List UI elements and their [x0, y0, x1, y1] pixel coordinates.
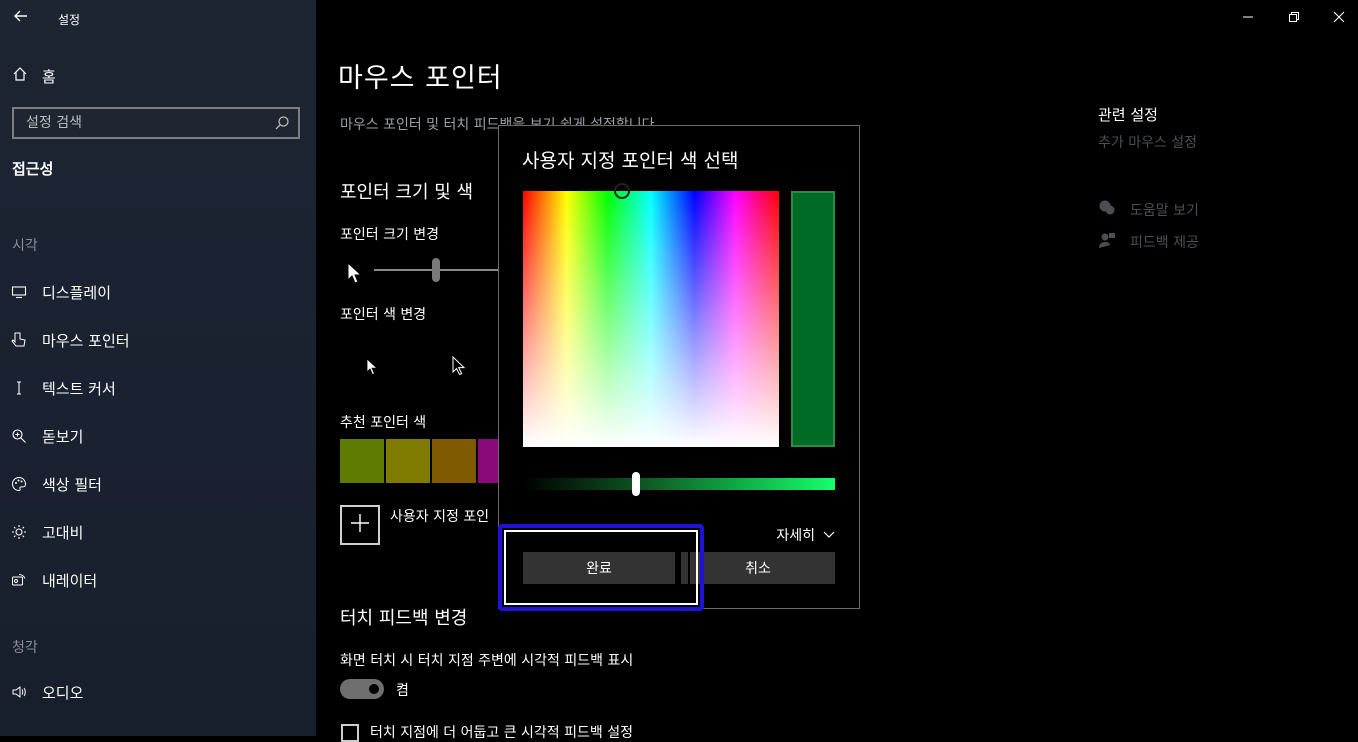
sidebar-item-narrator[interactable]: 내레이터	[10, 567, 97, 593]
app-title: 설정	[58, 13, 81, 27]
back-arrow-icon[interactable]	[10, 8, 32, 30]
done-button[interactable]: 완료	[523, 552, 675, 584]
feedback-icon	[1098, 231, 1116, 253]
color-swatch[interactable]	[478, 439, 498, 483]
sidebar-item-label: 내레이터	[42, 571, 98, 590]
darker-feedback-checkbox[interactable]	[341, 724, 359, 742]
give-feedback-link[interactable]: 피드백 제공	[1098, 231, 1199, 253]
touch-feedback-description: 화면 터치 시 터치 지점 주변에 시각적 피드백 표시	[340, 653, 634, 669]
sidebar-item-mouse-pointer[interactable]: 마우스 포인터	[10, 327, 130, 353]
close-icon[interactable]	[1327, 8, 1351, 30]
sidebar-item-label: 디스플레이	[42, 283, 112, 302]
pointer-color-label: 포인터 색 변경	[340, 307, 427, 323]
sidebar-item-label: 마우스 포인터	[42, 331, 130, 350]
toggle-state-label: 켬	[396, 683, 409, 699]
color-swatch[interactable]	[340, 439, 384, 483]
more-label: 자세히	[776, 528, 815, 544]
color-swatch[interactable]	[432, 439, 476, 483]
pointer-black-icon[interactable]	[452, 355, 466, 380]
pointer-hand-icon	[10, 331, 28, 349]
size-color-heading: 포인터 크기 및 색	[340, 182, 474, 203]
minimize-icon[interactable]	[1236, 8, 1260, 30]
home-icon	[12, 66, 28, 86]
home-label: 홈	[42, 67, 56, 86]
sidebar-item-text-cursor[interactable]: 텍스트 커서	[10, 375, 116, 401]
add-custom-color-label: 사용자 지정 포인	[390, 509, 490, 525]
plus-icon	[350, 510, 370, 540]
sidebar: 설정 홈 접근성 시각 디스플레이 마우스 포인터 텍스트 커서	[0, 0, 316, 736]
group-label-vision: 시각	[12, 238, 38, 254]
touch-feedback-heading: 터치 피드백 변경	[340, 608, 468, 629]
pointer-size-label: 포인터 크기 변경	[340, 227, 440, 243]
sidebar-item-magnifier[interactable]: 돋보기	[10, 423, 83, 449]
get-help-label: 도움말 보기	[1130, 203, 1199, 219]
toggle-knob	[369, 684, 379, 694]
section-title: 접근성	[12, 160, 54, 178]
get-help-link[interactable]: 도움말 보기	[1098, 199, 1199, 221]
sidebar-item-display[interactable]: 디스플레이	[10, 279, 111, 305]
sidebar-item-home[interactable]: 홈	[12, 64, 56, 88]
titlebar-left: 설정	[0, 0, 316, 38]
sidebar-item-label: 색상 필터	[42, 475, 102, 494]
chevron-down-icon	[823, 527, 835, 543]
darker-feedback-label: 터치 지점에 더 어둡고 큰 시각적 피드백 설정	[370, 725, 633, 741]
sidebar-item-high-contrast[interactable]: 고대비	[10, 519, 83, 545]
additional-mouse-settings-link[interactable]: 추가 마우스 설정	[1098, 132, 1197, 152]
brightness-slider[interactable]	[523, 478, 835, 490]
cancel-button[interactable]: 취소	[681, 552, 835, 584]
color-swatch[interactable]	[386, 439, 430, 483]
group-label-hearing: 청각	[12, 640, 38, 656]
touch-feedback-toggle[interactable]	[340, 679, 384, 699]
add-custom-color-button[interactable]	[340, 505, 380, 545]
related-settings-title: 관련 설정	[1098, 106, 1158, 124]
brightness-slider-thumb[interactable]	[632, 472, 640, 496]
sidebar-item-color-filter[interactable]: 색상 필터	[10, 471, 102, 497]
color-spectrum[interactable]	[523, 183, 779, 447]
custom-color-dialog: 사용자 지정 포인터 색 선택 자세히 완료 취소	[498, 125, 860, 609]
sidebar-item-label: 텍스트 커서	[42, 379, 116, 398]
brightness-icon	[10, 523, 28, 541]
pointer-small-icon	[346, 261, 363, 288]
sidebar-item-label: 고대비	[42, 523, 84, 542]
pointer-size-slider-thumb[interactable]	[432, 258, 440, 282]
monitor-icon	[10, 283, 28, 301]
narrator-icon	[10, 571, 28, 589]
sidebar-item-audio[interactable]: 오디오	[10, 679, 83, 705]
more-options-toggle[interactable]: 자세히	[776, 525, 835, 545]
spectrum-handle[interactable]	[614, 183, 630, 199]
dialog-title: 사용자 지정 포인터 색 선택	[522, 150, 739, 172]
speaker-icon	[10, 683, 28, 701]
color-preview	[791, 191, 835, 447]
text-cursor-icon	[10, 379, 28, 397]
search-input[interactable]	[24, 113, 264, 133]
palette-icon	[10, 475, 28, 493]
search-icon[interactable]	[274, 115, 290, 131]
sidebar-item-label: 돋보기	[42, 427, 84, 446]
page-title: 마우스 포인터	[338, 63, 503, 94]
suggested-colors-label: 추천 포인터 색	[340, 415, 427, 431]
search-box[interactable]	[12, 107, 300, 139]
magnifier-icon	[10, 427, 28, 445]
sidebar-item-label: 오디오	[42, 683, 84, 702]
help-chat-icon	[1098, 199, 1116, 221]
pointer-white-icon[interactable]	[366, 358, 379, 380]
restore-icon[interactable]	[1282, 8, 1306, 30]
give-feedback-label: 피드백 제공	[1130, 235, 1199, 251]
